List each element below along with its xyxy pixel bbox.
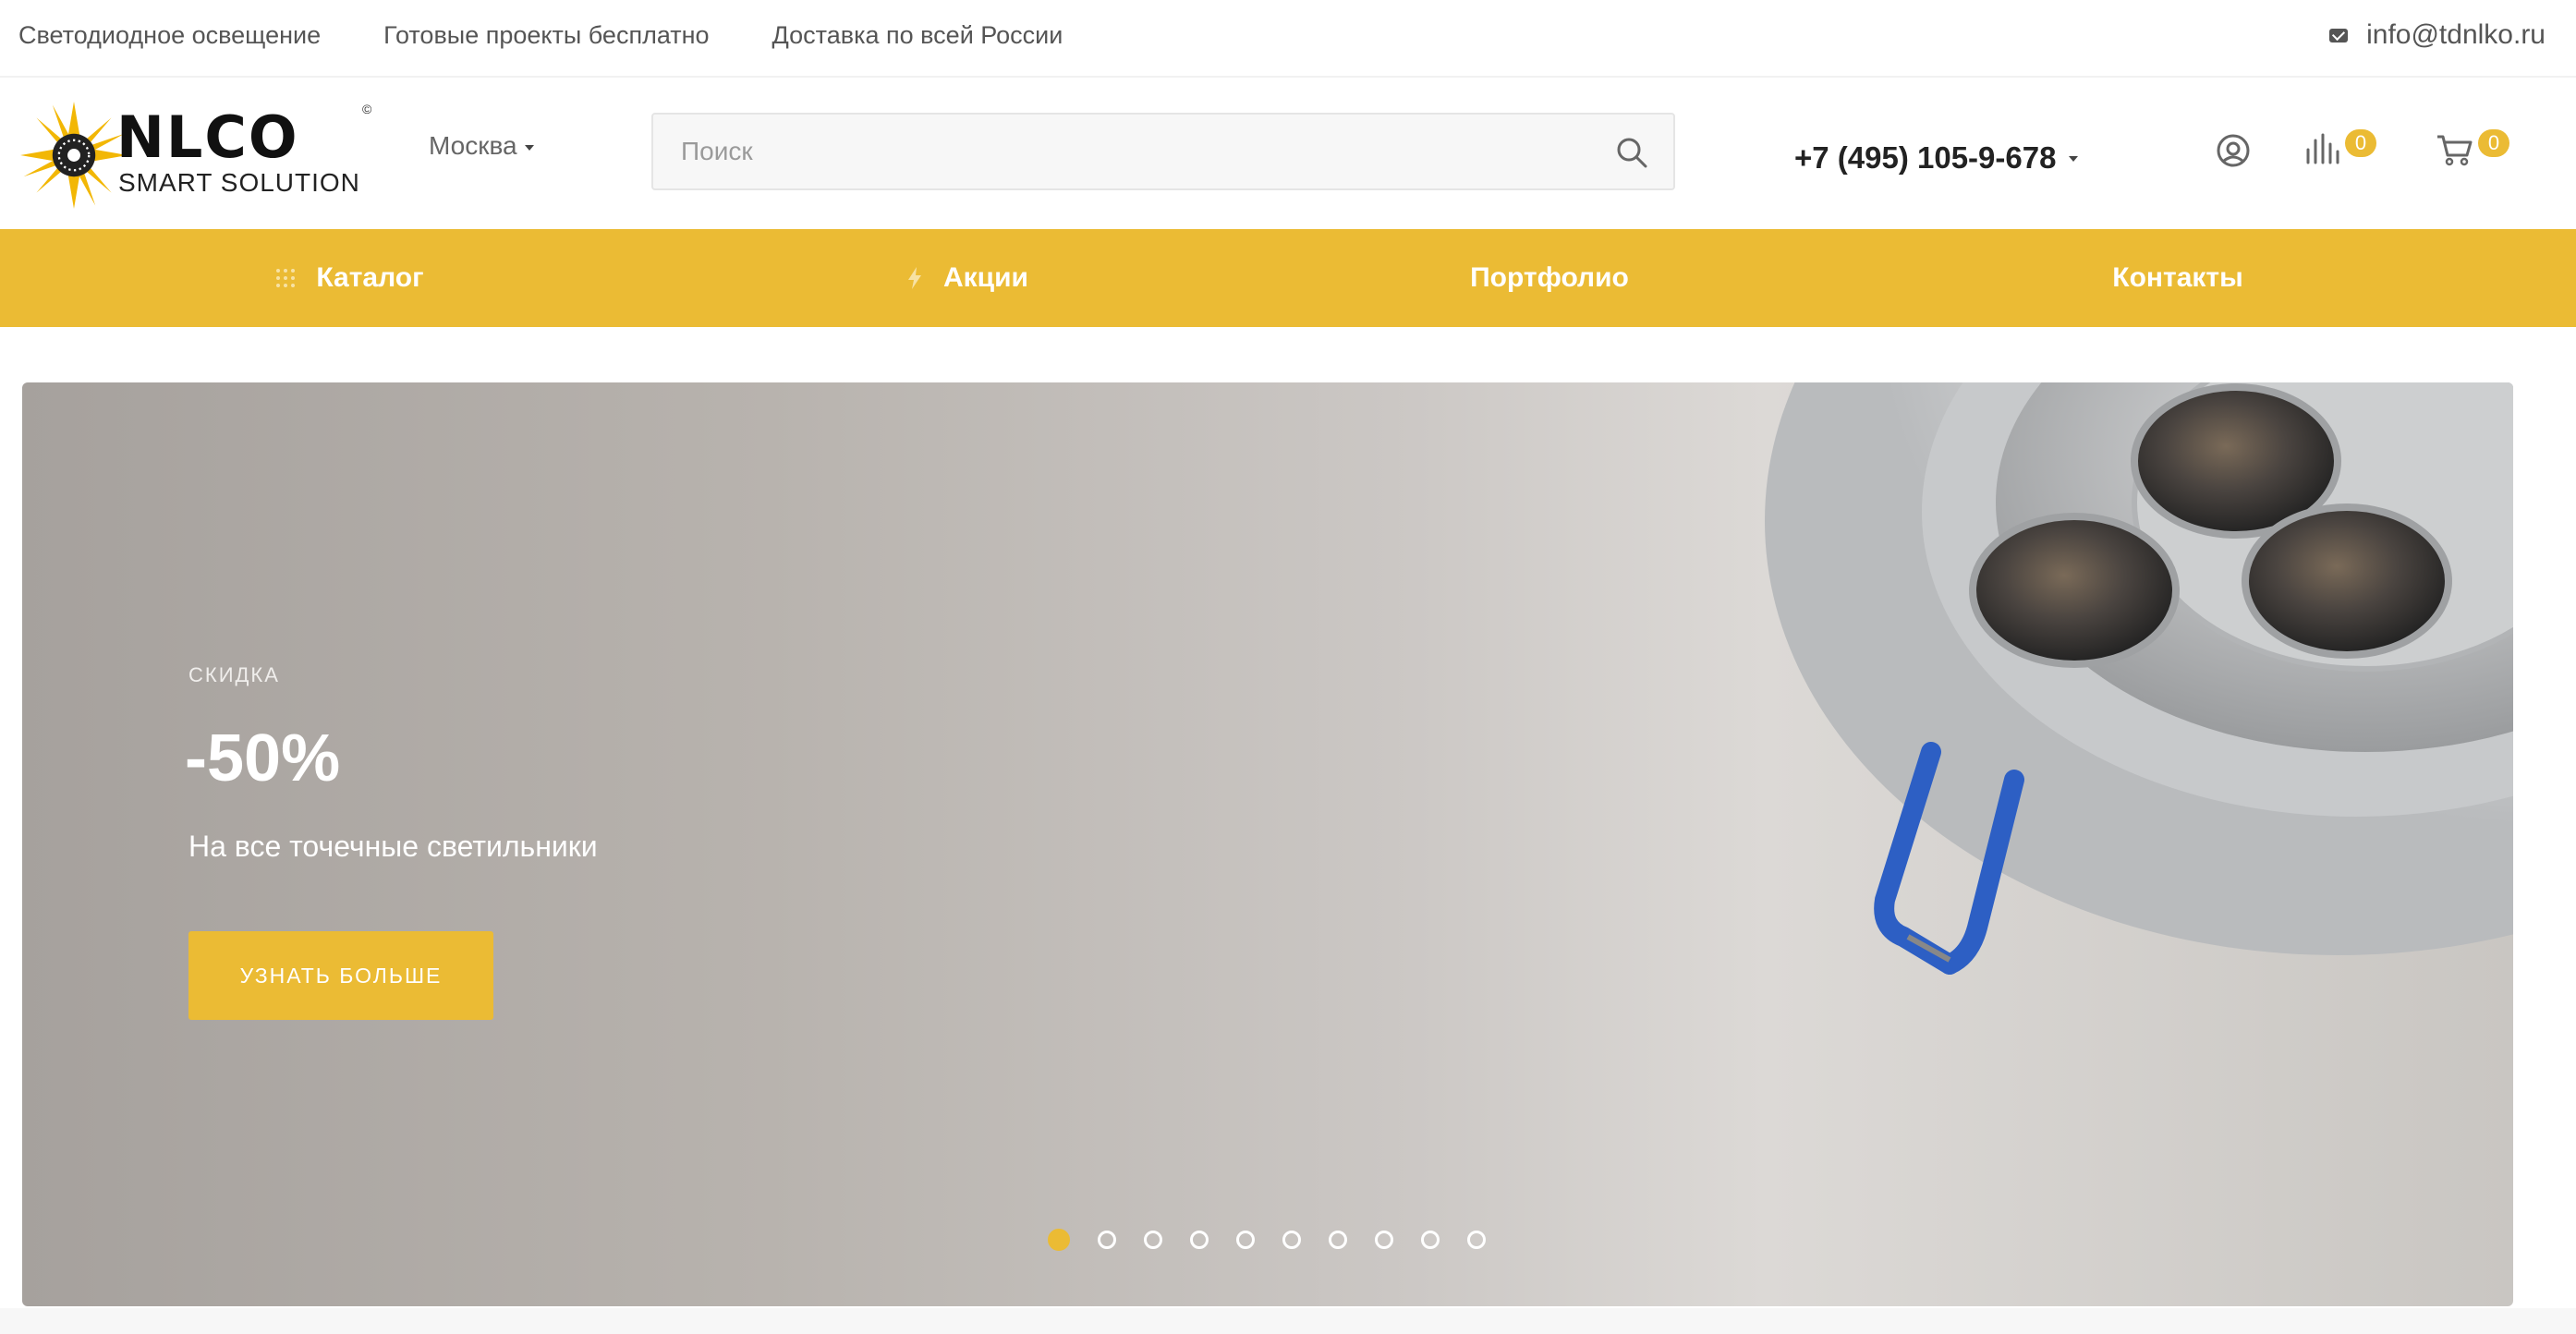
link-led-lighting[interactable]: Светодиодное освещение <box>18 21 321 50</box>
nav-item-portfolio[interactable]: Портфолио <box>1235 229 1864 327</box>
nav-label-contacts[interactable]: Контакты <box>2112 262 2242 294</box>
user-icon[interactable] <box>2216 133 2251 168</box>
nav-label-portfolio[interactable]: Портфолио <box>1470 262 1629 294</box>
logo[interactable]: NLCO © SMART SOLUTION <box>20 102 375 209</box>
search-input[interactable] <box>681 115 1568 188</box>
top-bar: Светодиодное освещение Готовые проекты б… <box>0 0 2576 78</box>
link-free-projects[interactable]: Готовые проекты бесплатно <box>383 21 709 50</box>
compare-count-badge: 0 <box>2345 129 2376 157</box>
slider-pagination <box>1048 1229 1513 1251</box>
slider-dot[interactable] <box>1190 1231 1209 1249</box>
link-delivery[interactable]: Доставка по всей России <box>772 21 1063 50</box>
slider-dot[interactable] <box>1098 1231 1116 1249</box>
email-contact[interactable]: info@tdnlko.ru <box>2329 0 2546 70</box>
main-nav: Каталог Акции Портфолио Контакты <box>0 229 2576 327</box>
nav-label-catalog[interactable]: Каталог <box>316 262 423 294</box>
header: NLCO © SMART SOLUTION Москва +7 (495) 10… <box>0 78 2576 229</box>
slider-dot[interactable] <box>1467 1231 1486 1249</box>
sun-logo-icon <box>20 102 128 209</box>
phone-number[interactable]: +7 (495) 105-9-678 <box>1794 140 2079 176</box>
nav-item-contacts[interactable]: Контакты <box>1864 229 2492 327</box>
email-text[interactable]: info@tdnlko.ru <box>2366 19 2546 51</box>
search-box <box>651 113 1675 190</box>
hero-banner[interactable]: СКИДКА -50% На все точечные светильники … <box>22 382 2513 1306</box>
compare-button[interactable]: 0 <box>2304 129 2376 166</box>
hero-kicker: СКИДКА <box>188 663 280 686</box>
slider-dot[interactable] <box>1048 1229 1070 1251</box>
chevron-down-icon <box>2069 156 2079 162</box>
city-selector[interactable]: Москва <box>429 131 534 161</box>
nav-item-promotions[interactable]: Акции <box>699 229 1235 327</box>
grid-icon <box>276 269 296 287</box>
slider-dot[interactable] <box>1375 1231 1393 1249</box>
mail-icon <box>2329 28 2349 42</box>
cart-count-badge: 0 <box>2478 129 2509 157</box>
top-links: Светодиодное освещение Готовые проекты б… <box>18 0 1125 70</box>
search-icon[interactable] <box>1616 137 1647 168</box>
cart-icon <box>2437 135 2473 166</box>
chevron-down-icon <box>524 145 534 151</box>
city-label[interactable]: Москва <box>429 131 517 161</box>
lightning-icon <box>907 267 921 289</box>
slider-dot[interactable] <box>1329 1231 1347 1249</box>
slider-dot[interactable] <box>1236 1231 1255 1249</box>
phone-text[interactable]: +7 (495) 105-9-678 <box>1794 140 2056 176</box>
slider-dot[interactable] <box>1282 1231 1301 1249</box>
hero-description: На все точечные светильники <box>188 830 598 863</box>
hero-headline: -50% <box>185 722 341 795</box>
learn-more-button[interactable]: УЗНАТЬ БОЛЬШЕ <box>188 931 493 1020</box>
logo-subtitle: SMART SOLUTION <box>118 168 360 197</box>
cart-button[interactable]: 0 <box>2436 129 2509 166</box>
logo-copyright: © <box>362 102 372 116</box>
nav-item-catalog[interactable]: Каталог <box>0 229 699 327</box>
page-bottom-strip <box>0 1308 2576 1334</box>
slider-dot[interactable] <box>1144 1231 1162 1249</box>
nav-label-promotions[interactable]: Акции <box>943 262 1028 294</box>
logo-brand: NLCO <box>116 103 299 171</box>
slider-dot[interactable] <box>1421 1231 1440 1249</box>
spotlight-product-image <box>1765 382 2513 975</box>
compare-chart-icon <box>2306 133 2339 164</box>
